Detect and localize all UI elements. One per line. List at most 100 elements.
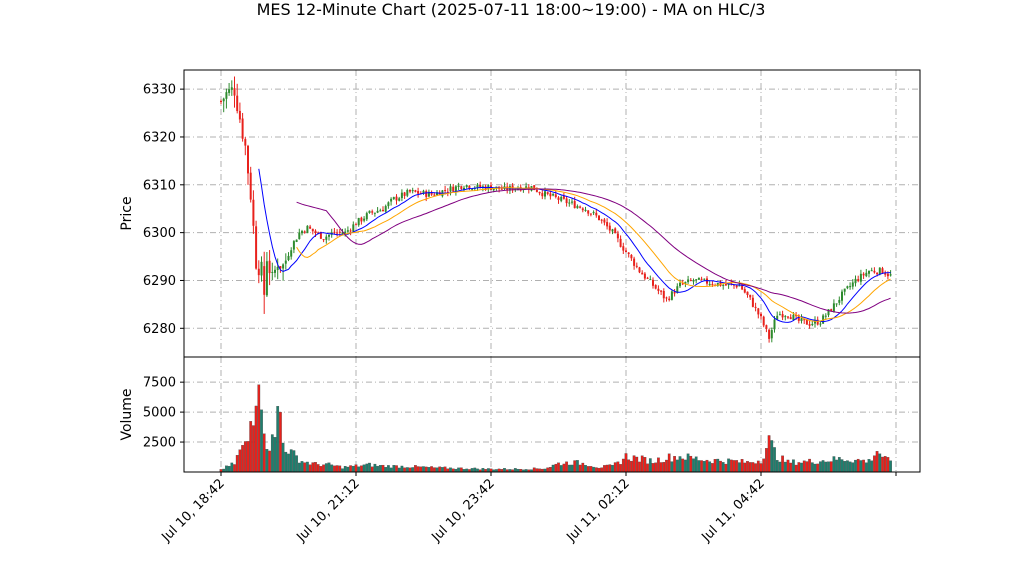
candle-body (808, 324, 811, 326)
volume-bar (657, 457, 660, 473)
candle-body (452, 186, 455, 192)
candle-body (549, 193, 552, 197)
candle-body (751, 297, 754, 307)
candle-body (363, 218, 366, 221)
volume-bar (246, 441, 250, 473)
volume-bar (419, 466, 423, 473)
candle-body (598, 215, 600, 221)
volume-bar (233, 464, 236, 473)
volume-bar (819, 461, 822, 473)
volume-bar (816, 463, 820, 473)
volume-bar (608, 464, 612, 473)
volume-bar (235, 455, 239, 473)
volume-bar (378, 465, 382, 473)
volume-bar (308, 464, 312, 473)
candle-body (627, 252, 630, 254)
candle-body (614, 228, 617, 234)
volume-bar (397, 467, 401, 473)
volume-bar (414, 465, 417, 473)
volume-bar (343, 465, 347, 473)
x-tick-label: Jul 11, 02:12 (563, 476, 632, 545)
volume-bar (789, 462, 793, 473)
candle-body (554, 194, 557, 197)
volume-bar (481, 468, 485, 473)
candle-body (255, 226, 258, 269)
volume-bar (716, 458, 720, 473)
candle-body (457, 185, 460, 187)
volume-bar (762, 458, 766, 473)
candle-body (238, 110, 241, 120)
volume-bar (408, 467, 412, 473)
candle-body (679, 282, 681, 287)
candle-body (778, 314, 781, 316)
candle-body (557, 197, 560, 200)
volume-bar (611, 464, 614, 473)
volume-bar (843, 461, 847, 473)
volume-bar (759, 463, 763, 473)
candle-body (311, 228, 314, 232)
volume-bar (316, 464, 320, 473)
candle-body (398, 198, 401, 201)
candle-body (222, 98, 225, 102)
candle-body (241, 118, 244, 139)
volume-bar (621, 458, 625, 473)
volume-bar (338, 465, 342, 473)
volume-bar (252, 425, 255, 473)
candle-body (225, 92, 228, 99)
candle-body (301, 231, 303, 234)
candle-body (333, 231, 336, 233)
volume-bar (365, 463, 369, 473)
volume-bar (665, 459, 668, 473)
volume-bar (756, 460, 760, 473)
volume-bar (692, 458, 695, 473)
volume-bar (603, 465, 606, 473)
volume-bar (632, 455, 636, 473)
candle-body (876, 272, 879, 275)
candle-body (657, 288, 660, 291)
candle-body (476, 184, 479, 188)
candle-body (284, 260, 287, 264)
volume-bar (878, 453, 882, 473)
volume-bar (557, 462, 560, 473)
volume-bar (381, 464, 385, 473)
candle-body (411, 190, 414, 192)
volume-bar (848, 461, 852, 473)
candle-body (425, 191, 428, 197)
candle-body (660, 290, 663, 292)
volume-bar (773, 447, 776, 473)
volume-bar (254, 405, 258, 473)
volume-bar (268, 450, 271, 473)
volume-bar (592, 466, 595, 473)
volume-bar (694, 456, 698, 473)
candle-body (711, 283, 714, 285)
volume-bar (883, 456, 887, 473)
volume-bar (700, 460, 703, 473)
chart-canvas: 6280 6290 6300 6310 6320 6330 Price 2500 5000 75… (119, 69, 921, 546)
volume-bar (373, 463, 377, 473)
volume-bar (851, 462, 855, 473)
volume-bar (705, 459, 709, 473)
volume-bar (616, 461, 620, 473)
volume-bar (827, 461, 830, 473)
candle-body (314, 230, 317, 233)
candle-body (365, 213, 368, 220)
candle-body (757, 308, 760, 315)
volume-bar (279, 411, 282, 473)
candle-body (565, 198, 568, 204)
candle-body (271, 271, 274, 273)
candle-body (689, 279, 692, 281)
volume-bar (416, 466, 420, 473)
candle-body (662, 290, 665, 299)
candle-body (546, 192, 549, 194)
volume-bar (354, 464, 358, 473)
candle-body (376, 210, 379, 213)
volume-bar (654, 462, 658, 473)
candle-body (722, 284, 725, 286)
volume-bar (800, 462, 803, 473)
volume-bar (503, 468, 506, 473)
x-axis: Jul 10, 18:42 Jul 10, 21:12 Jul 10, 23:42 J… (158, 472, 897, 546)
candle-body (646, 277, 649, 279)
volume-bar (227, 465, 231, 473)
volume-bar (392, 465, 396, 473)
candle-body (587, 210, 590, 214)
